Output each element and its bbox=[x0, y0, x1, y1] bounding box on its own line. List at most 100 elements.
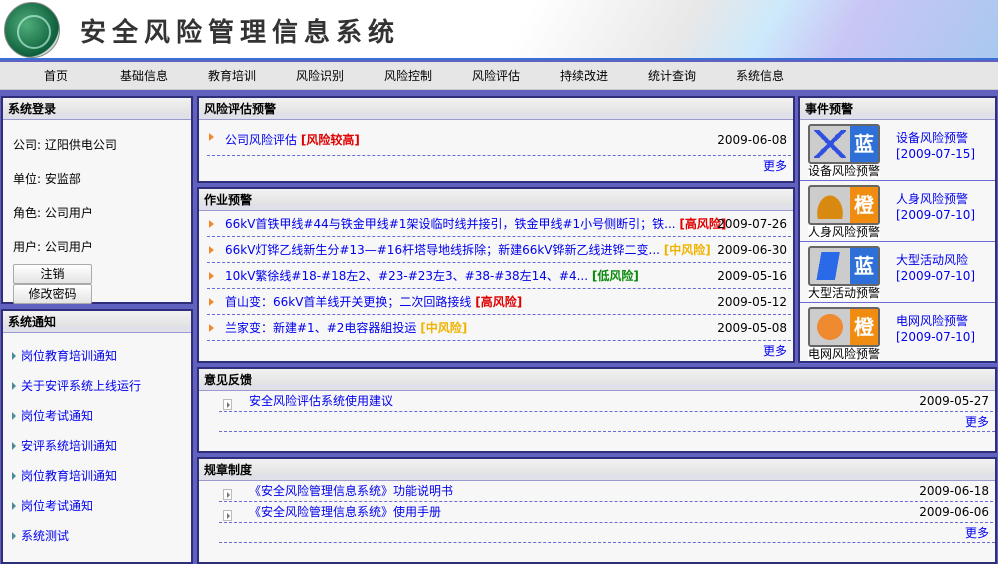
list-item: 66kV灯铧乙线新生分#13—#16杆塔导地线拆除；新建66kV铧新乙线进铧二变… bbox=[207, 237, 791, 263]
list-item: 兰家变：新建#1、#2电容器組投运 [中风险] 2009-05-08 bbox=[207, 315, 791, 341]
panel-title: 作业预警 bbox=[199, 189, 793, 211]
notice-item[interactable]: 岗位教育培训通知 bbox=[3, 341, 191, 371]
item-link[interactable]: 《安全风险管理信息系统》使用手册 bbox=[249, 502, 441, 523]
nav-risk-control[interactable]: 风险控制 bbox=[364, 62, 452, 89]
logout-button[interactable]: 注销 bbox=[13, 264, 92, 284]
notice-item[interactable]: 岗位考试通知 bbox=[3, 401, 191, 431]
event-name[interactable]: 大型活动风险 bbox=[896, 252, 975, 268]
notice-item[interactable]: 关于安评系统上线运行 bbox=[3, 371, 191, 401]
more-link[interactable]: 更多 bbox=[199, 341, 793, 361]
event-date: [2009-07-10] bbox=[896, 269, 976, 283]
item-text: 兰家变：新建#1、#2电容器組投运 [中风险] bbox=[225, 315, 467, 341]
item-link[interactable]: 公司风险评估 bbox=[225, 133, 297, 147]
item-date: 2009-06-06 bbox=[919, 505, 989, 519]
feedback-panel: 意见反馈 安全风险评估系统使用建议 2009-05-27 更多 bbox=[197, 367, 997, 453]
arrow-icon bbox=[209, 272, 214, 280]
nav-risk-assess[interactable]: 风险评估 bbox=[452, 62, 540, 89]
risk-level-badge: [中风险] bbox=[663, 243, 711, 257]
more-link[interactable]: 更多 bbox=[199, 156, 793, 176]
event-caption: 大型活动预警 bbox=[808, 286, 881, 300]
item-text: 66kV灯铧乙线新生分#13—#16杆塔导地线拆除；新建66kV铧新乙线进铧二变… bbox=[225, 237, 711, 263]
level-badge: 蓝 bbox=[850, 126, 878, 162]
item-link[interactable]: 首山变：66kV首羊线开关更换；二次回路接线 bbox=[225, 295, 471, 309]
list-item: 《安全风险管理信息系统》功能说明书 2009-06-18 bbox=[219, 481, 993, 502]
item-link[interactable]: 安全风险评估系统使用建议 bbox=[249, 391, 393, 412]
change-password-button[interactable]: 修改密码 bbox=[13, 284, 92, 304]
risk-level-badge: [风险较高] bbox=[300, 133, 360, 147]
warning-image: 蓝 bbox=[808, 246, 880, 286]
item-text: 公司风险评估 [风险较高] bbox=[225, 124, 360, 156]
nav-statistics[interactable]: 统计查询 bbox=[628, 62, 716, 89]
item-date: 2009-05-12 bbox=[717, 295, 787, 309]
helmet-icon bbox=[814, 191, 846, 219]
notice-item[interactable]: 系统测试 bbox=[3, 521, 191, 551]
event-text[interactable]: 电网风险预警 [2009-07-10] bbox=[896, 313, 975, 345]
warning-image: 蓝 bbox=[808, 124, 880, 164]
event-caption: 设备风险预警 bbox=[808, 164, 881, 178]
item-link[interactable]: 66kV首铁甲线#44与铁金甲线#1架设临时线并接引，铁金甲线#1小号侧断引；铁… bbox=[225, 217, 676, 231]
event-item[interactable]: 蓝大型活动预警 大型活动风险 [2009-07-10] bbox=[800, 242, 995, 303]
notice-item[interactable]: 安评系统培训通知 bbox=[3, 431, 191, 461]
tower-icon bbox=[814, 130, 846, 158]
arrow-icon bbox=[209, 298, 214, 306]
nav-home[interactable]: 首页 bbox=[12, 62, 100, 89]
level-badge: 蓝 bbox=[850, 248, 878, 284]
event-name[interactable]: 电网风险预警 bbox=[896, 313, 975, 329]
nav-risk-identify[interactable]: 风险识别 bbox=[276, 62, 364, 89]
item-date: 2009-05-16 bbox=[717, 269, 787, 283]
event-name[interactable]: 设备风险预警 bbox=[896, 130, 975, 146]
item-date: 2009-06-18 bbox=[919, 484, 989, 498]
list-item: 安全风险评估系统使用建议 2009-05-27 bbox=[219, 391, 993, 412]
item-link[interactable]: 10kV繁徐线#18-#18左2、#23-#23左3、#38-#38左14、#4… bbox=[225, 269, 588, 283]
more-link[interactable]: 更多 bbox=[219, 523, 995, 543]
notice-item[interactable]: 岗位考试通知 bbox=[3, 491, 191, 521]
header: 安全风险管理信息系统 bbox=[0, 0, 998, 60]
nav-basic-info[interactable]: 基础信息 bbox=[100, 62, 188, 89]
event-item[interactable]: 蓝设备风险预警 设备风险预警 [2009-07-15] bbox=[800, 120, 995, 181]
warning-image: 橙 bbox=[808, 307, 880, 347]
arrow-icon bbox=[209, 133, 214, 141]
nav-system-info[interactable]: 系统信息 bbox=[716, 62, 804, 89]
list-item: 10kV繁徐线#18-#18左2、#23-#23左3、#38-#38左14、#4… bbox=[207, 263, 791, 289]
event-item[interactable]: 橙电网风险预警 电网风险预警 [2009-07-10] bbox=[800, 303, 995, 364]
notice-item[interactable]: 岗位教育培训通知 bbox=[3, 461, 191, 491]
item-date: 2009-07-26 bbox=[717, 217, 787, 231]
item-link[interactable]: 《安全风险管理信息系统》功能说明书 bbox=[249, 481, 453, 502]
item-text: 66kV首铁甲线#44与铁金甲线#1架设临时线并接引，铁金甲线#1小号侧断引；铁… bbox=[225, 211, 726, 237]
user-label: 用户: 公司用户 bbox=[13, 240, 93, 254]
event-caption: 电网风险预警 bbox=[808, 347, 881, 361]
nav-training[interactable]: 教育培训 bbox=[188, 62, 276, 89]
list-item: 首山变：66kV首羊线开关更换；二次回路接线 [高风险] 2009-05-12 bbox=[207, 289, 791, 315]
item-date: 2009-06-08 bbox=[717, 133, 787, 147]
flag-icon bbox=[814, 252, 846, 280]
globe-icon bbox=[814, 313, 846, 341]
panel-title: 系统登录 bbox=[3, 98, 191, 120]
job-warning-panel: 作业预警 66kV首铁甲线#44与铁金甲线#1架设临时线并接引，铁金甲线#1小号… bbox=[197, 187, 795, 363]
event-date: [2009-07-10] bbox=[896, 330, 976, 344]
item-date: 2009-05-08 bbox=[717, 321, 787, 335]
event-name[interactable]: 人身风险预警 bbox=[896, 191, 975, 207]
event-date: [2009-07-15] bbox=[896, 147, 976, 161]
rules-panel: 规章制度 《安全风险管理信息系统》功能说明书 2009-06-18 《安全风险管理信… bbox=[197, 457, 997, 564]
document-icon bbox=[223, 399, 232, 410]
more-link[interactable]: 更多 bbox=[219, 412, 995, 432]
list-item: 《安全风险管理信息系统》使用手册 2009-06-06 bbox=[219, 502, 993, 523]
item-link[interactable]: 66kV灯铧乙线新生分#13—#16杆塔导地线拆除；新建66kV铧新乙线进铧二变… bbox=[225, 243, 660, 257]
event-text[interactable]: 大型活动风险 [2009-07-10] bbox=[896, 252, 975, 284]
event-text[interactable]: 人身风险预警 [2009-07-10] bbox=[896, 191, 975, 223]
event-item[interactable]: 橙人身风险预警 人身风险预警 [2009-07-10] bbox=[800, 181, 995, 242]
unit-label: 单位: 安监部 bbox=[13, 172, 81, 186]
level-badge: 橙 bbox=[850, 187, 878, 223]
item-link[interactable]: 兰家变：新建#1、#2电容器組投运 bbox=[225, 321, 416, 335]
event-caption: 人身风险预警 bbox=[808, 225, 881, 239]
arrow-icon bbox=[209, 324, 214, 332]
item-date: 2009-06-30 bbox=[717, 243, 787, 257]
state-grid-logo bbox=[4, 2, 60, 58]
panel-title: 意见反馈 bbox=[199, 369, 995, 391]
app-title: 安全风险管理信息系统 bbox=[80, 18, 401, 48]
event-warning-panel: 事件预警 蓝设备风险预警 设备风险预警 [2009-07-15] 橙人身风险预警 人身风… bbox=[798, 96, 997, 364]
nav-improve[interactable]: 持续改进 bbox=[540, 62, 628, 89]
panel-title: 风险评估预警 bbox=[199, 98, 793, 120]
event-text[interactable]: 设备风险预警 [2009-07-15] bbox=[896, 130, 975, 162]
arrow-icon bbox=[209, 246, 214, 254]
